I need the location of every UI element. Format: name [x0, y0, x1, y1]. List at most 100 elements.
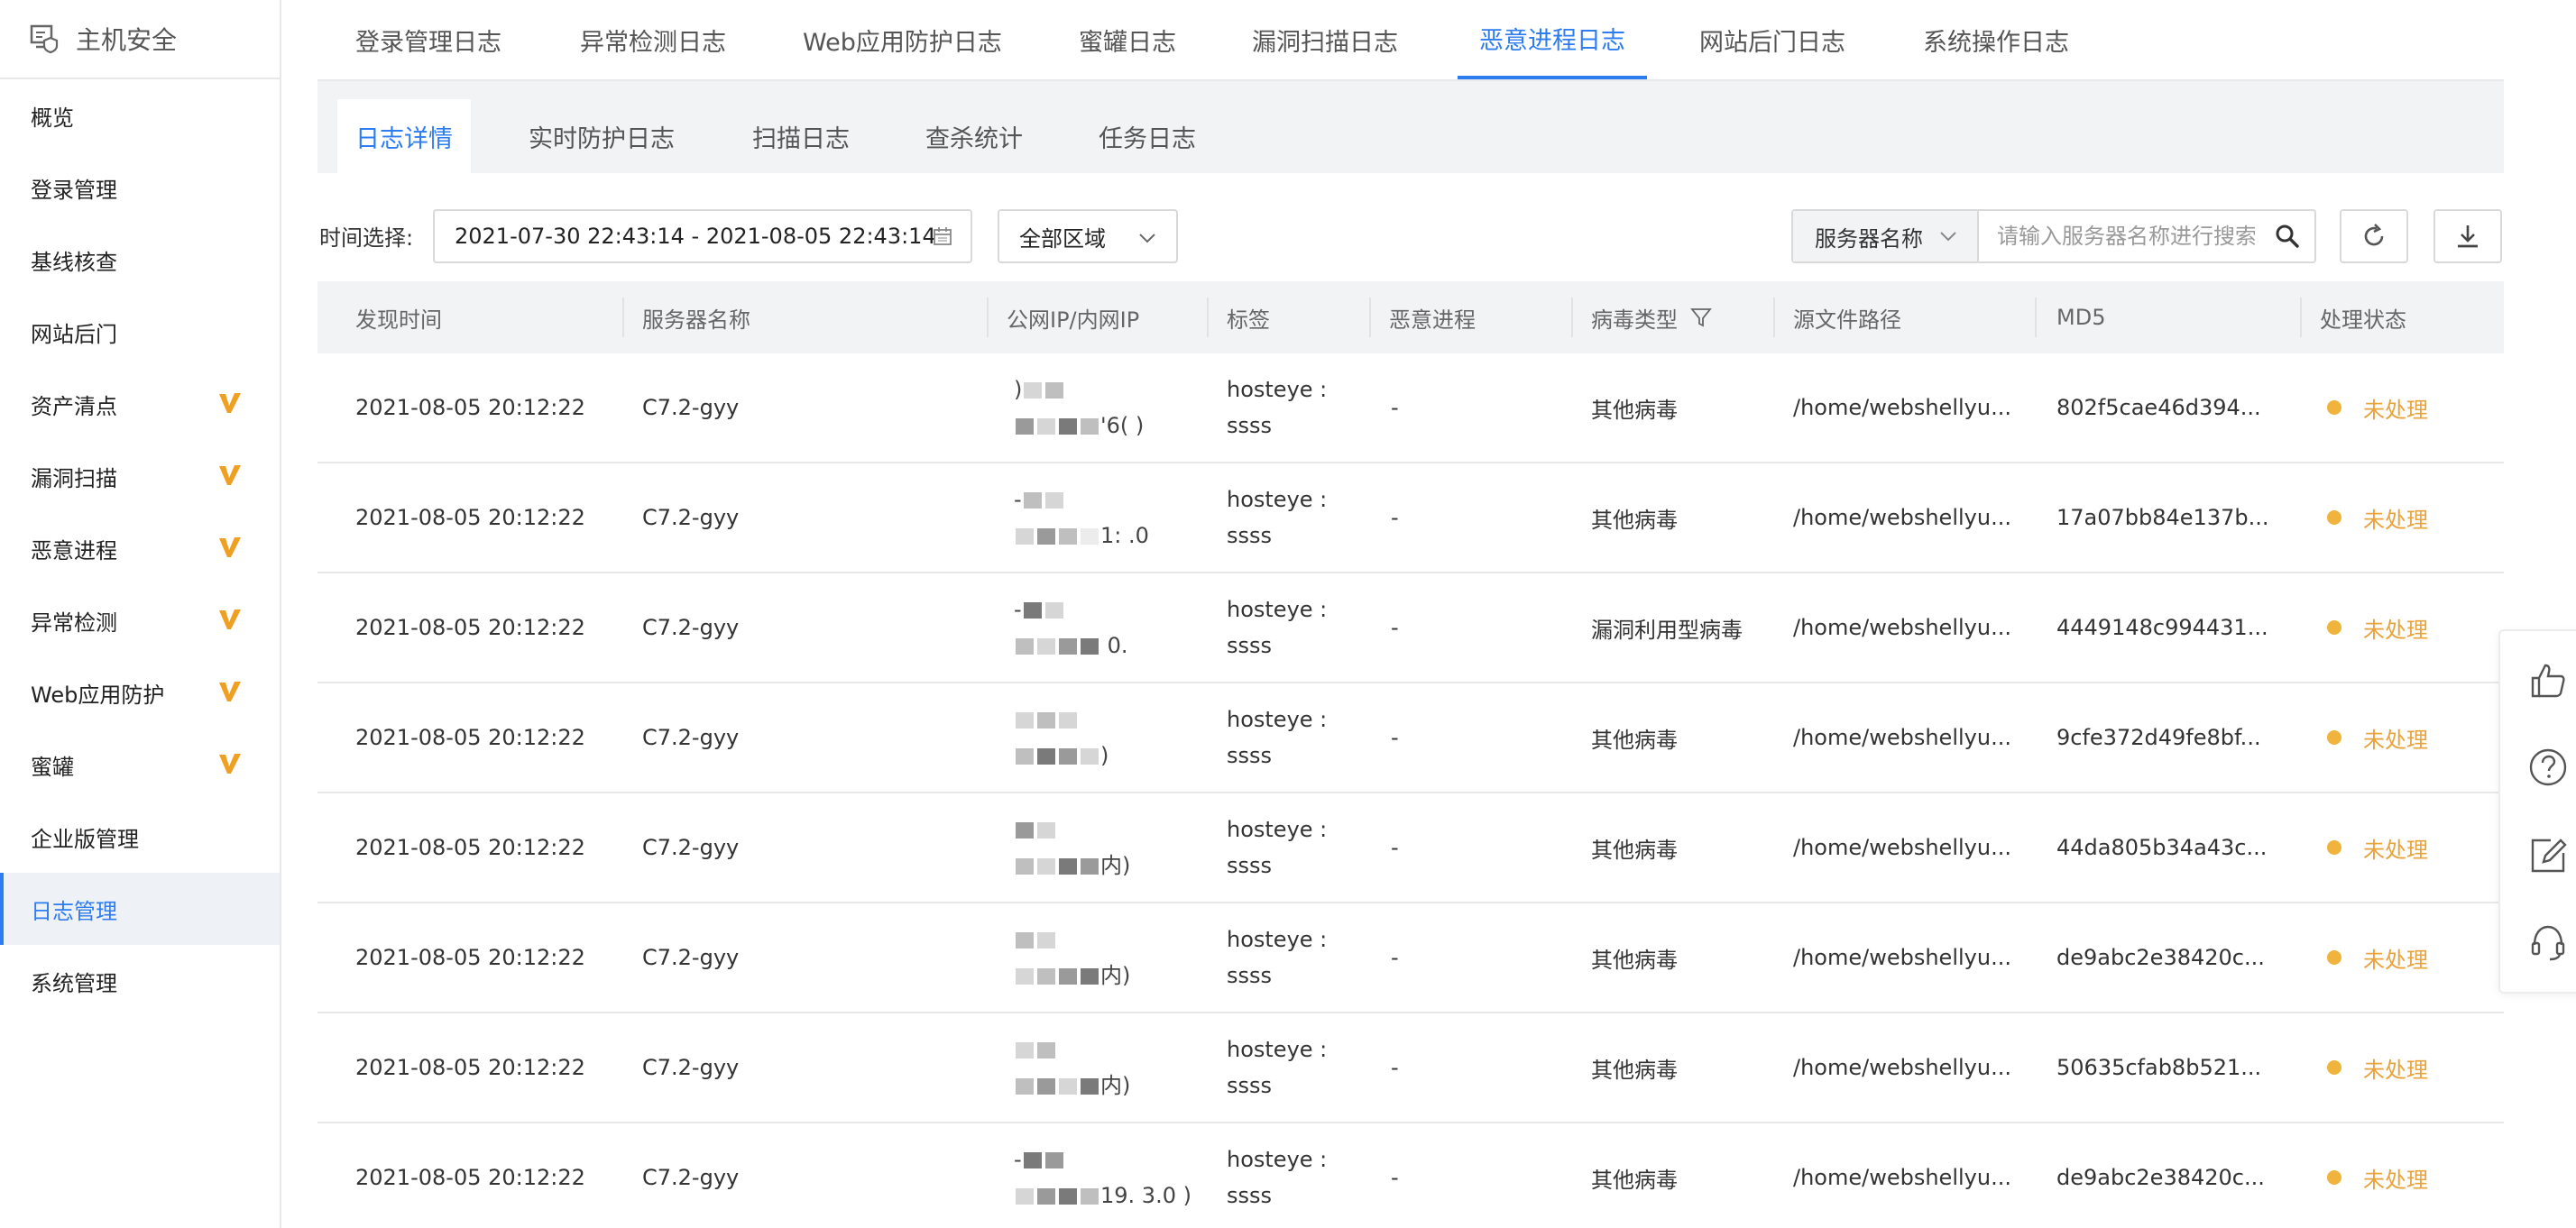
sidebar-item-honeypot[interactable]: 蜜罐	[0, 729, 280, 801]
sidebar-item-overview[interactable]: 概览	[0, 79, 280, 151]
redacted-block	[1016, 528, 1034, 545]
cell-md5: 802f5cae46d394...	[2056, 395, 2261, 420]
table-row[interactable]: 2021-08-05 20:12:22 C7.2-gyy 内) hosteye : ss…	[317, 1013, 2504, 1123]
cell-md5: de9abc2e38420c...	[2056, 1165, 2265, 1190]
sidebar-item-label: 系统管理	[31, 970, 117, 996]
tag-key: hosteye :	[1227, 707, 1328, 732]
tab-system-operation-log[interactable]: 系统操作日志	[1923, 0, 2069, 79]
cell-virus-type: 其他病毒	[1591, 507, 1678, 533]
help-icon[interactable]	[2527, 747, 2569, 788]
subtab-log-detail[interactable]: 日志详情	[337, 99, 471, 173]
status-badge[interactable]: 未处理	[2327, 573, 2428, 682]
redacted-block	[1044, 492, 1063, 509]
tab-login-log[interactable]: 登录管理日志	[355, 0, 501, 79]
tab-anomaly-log[interactable]: 异常检测日志	[580, 0, 726, 79]
sidebar-item-asset-inventory[interactable]: 资产清点	[0, 368, 280, 440]
sidebar-item-web-app-protection[interactable]: Web应用防护	[0, 656, 280, 729]
ip-public-text: -	[1014, 1147, 1022, 1172]
status-badge[interactable]: 未处理	[2327, 353, 2428, 462]
filter-icon[interactable]	[1690, 307, 1712, 328]
sidebar-item-malicious-process[interactable]: 恶意进程	[0, 512, 280, 584]
sidebar-item-anomaly-detection[interactable]: 异常检测	[0, 584, 280, 656]
date-range-picker[interactable]: 2021-07-30 22:43:14 - 2021-08-05 22:43:1…	[433, 209, 972, 263]
table-row[interactable]: 2021-08-05 20:12:22 C7.2-gyy - 1: .0 hosteye…	[317, 463, 2504, 573]
sidebar-item-login-management[interactable]: 登录管理	[0, 151, 280, 224]
status-badge[interactable]: 未处理	[2327, 903, 2428, 1012]
search-type-select[interactable]: 服务器名称	[1793, 211, 1979, 261]
sidebar-item-log-management[interactable]: 日志管理	[0, 873, 280, 945]
tag-key: hosteye :	[1227, 597, 1328, 622]
sidebar-item-system-management[interactable]: 系统管理	[0, 945, 280, 1017]
redacted-block	[1023, 492, 1042, 509]
ip-line-public: -	[1014, 481, 1065, 518]
redacted-block	[1016, 932, 1034, 948]
cell-found-time: 2021-08-05 20:12:22	[355, 1055, 585, 1080]
cell-source-path: /home/webshellyu...	[1793, 835, 2011, 860]
ip-public-text: )	[1014, 377, 1023, 402]
redacted-block	[1037, 932, 1055, 948]
cell-malicious-process: -	[1391, 945, 1399, 970]
status-badge[interactable]: 未处理	[2327, 793, 2428, 902]
cell-malicious-process: -	[1391, 1165, 1399, 1190]
cell-ip: - 0.	[1014, 573, 1128, 682]
region-select[interactable]: 全部区域	[998, 209, 1178, 263]
table-row[interactable]: 2021-08-05 20:12:22 C7.2-gyy 内) hosteye : ss…	[317, 903, 2504, 1013]
table-row[interactable]: 2021-08-05 20:12:22 C7.2-gyy) hosteye : sss…	[317, 683, 2504, 793]
status-badge[interactable]: 未处理	[2327, 683, 2428, 792]
thumbs-up-icon[interactable]	[2527, 660, 2569, 701]
tab-vuln-scan-log[interactable]: 漏洞扫描日志	[1252, 0, 1398, 79]
subtab-scan-log[interactable]: 扫描日志	[752, 99, 850, 173]
tab-waf-log[interactable]: Web应用防护日志	[803, 0, 1002, 79]
sidebar-title: 主机安全	[76, 25, 178, 55]
cell-ip: 内)	[1014, 903, 1130, 1012]
tag-value: ssss	[1227, 743, 1273, 768]
table-row[interactable]: 2021-08-05 20:12:22 C7.2-gyy - 0. hosteye :…	[317, 573, 2504, 683]
cell-ip: - 19. 3.0 )	[1014, 1123, 1191, 1228]
cell-malicious-process: -	[1391, 395, 1399, 420]
subtab-kill-stats[interactable]: 查杀统计	[925, 99, 1023, 173]
column-divider	[2300, 298, 2302, 337]
tab-webshell-log[interactable]: 网站后门日志	[1699, 0, 1845, 79]
search-icon[interactable]	[2275, 224, 2300, 249]
ip-line-private: 0.	[1014, 628, 1128, 664]
tag-key: hosteye :	[1227, 1147, 1328, 1172]
ip-line-public	[1014, 811, 1057, 848]
tab-honeypot-log[interactable]: 蜜罐日志	[1079, 0, 1176, 79]
redacted-block	[1037, 528, 1055, 545]
headset-icon[interactable]	[2527, 921, 2569, 963]
cell-ip: 内)	[1014, 793, 1130, 902]
download-button[interactable]	[2433, 209, 2502, 263]
cell-tag: hosteye : ssss	[1227, 353, 1327, 462]
redacted-block	[1059, 858, 1077, 875]
status-badge[interactable]: 未处理	[2327, 463, 2428, 572]
sidebar-item-label: 网站后门	[31, 321, 117, 347]
status-badge[interactable]: 未处理	[2327, 1123, 2428, 1228]
table-row[interactable]: 2021-08-05 20:12:22 C7.2-gyy - 19. 3.0 ) hos…	[317, 1123, 2504, 1228]
cell-virus-type: 其他病毒	[1591, 1167, 1678, 1193]
refresh-button[interactable]	[2340, 209, 2408, 263]
sidebar-item-vuln-scan[interactable]: 漏洞扫描	[0, 440, 280, 512]
status-text: 未处理	[2363, 947, 2428, 973]
redacted-block	[1081, 968, 1099, 985]
cell-md5: 4449148c994431...	[2056, 615, 2268, 640]
cell-tag: hosteye : ssss	[1227, 793, 1327, 902]
sidebar-item-webshell[interactable]: 网站后门	[0, 296, 280, 368]
table-row[interactable]: 2021-08-05 20:12:22 C7.2-gyy 内) hosteye : ss…	[317, 793, 2504, 903]
search-input[interactable]	[1997, 218, 2255, 254]
col-found-time: 发现时间	[355, 307, 442, 333]
subtab-realtime-protection[interactable]: 实时防护日志	[529, 99, 675, 173]
tag-value: ssss	[1227, 413, 1273, 438]
cell-malicious-process: -	[1391, 505, 1399, 530]
redacted-block	[1016, 1188, 1034, 1205]
subtab-task-log[interactable]: 任务日志	[1099, 99, 1196, 173]
tab-malicious-process-log[interactable]: 恶意进程日志	[1458, 0, 1647, 79]
table-row[interactable]: 2021-08-05 20:12:22 C7.2-gyy) '6( ) hosteye…	[317, 353, 2504, 463]
ip-line-private: 内)	[1014, 1068, 1130, 1104]
status-badge[interactable]: 未处理	[2327, 1013, 2428, 1122]
edit-icon[interactable]	[2527, 835, 2569, 876]
cell-server-name: C7.2-gyy	[642, 395, 740, 420]
sidebar-item-baseline-check[interactable]: 基线核查	[0, 224, 280, 296]
sidebar-item-enterprise-management[interactable]: 企业版管理	[0, 801, 280, 873]
chevron-down-icon	[1139, 234, 1155, 243]
redacted-block	[1016, 858, 1034, 875]
